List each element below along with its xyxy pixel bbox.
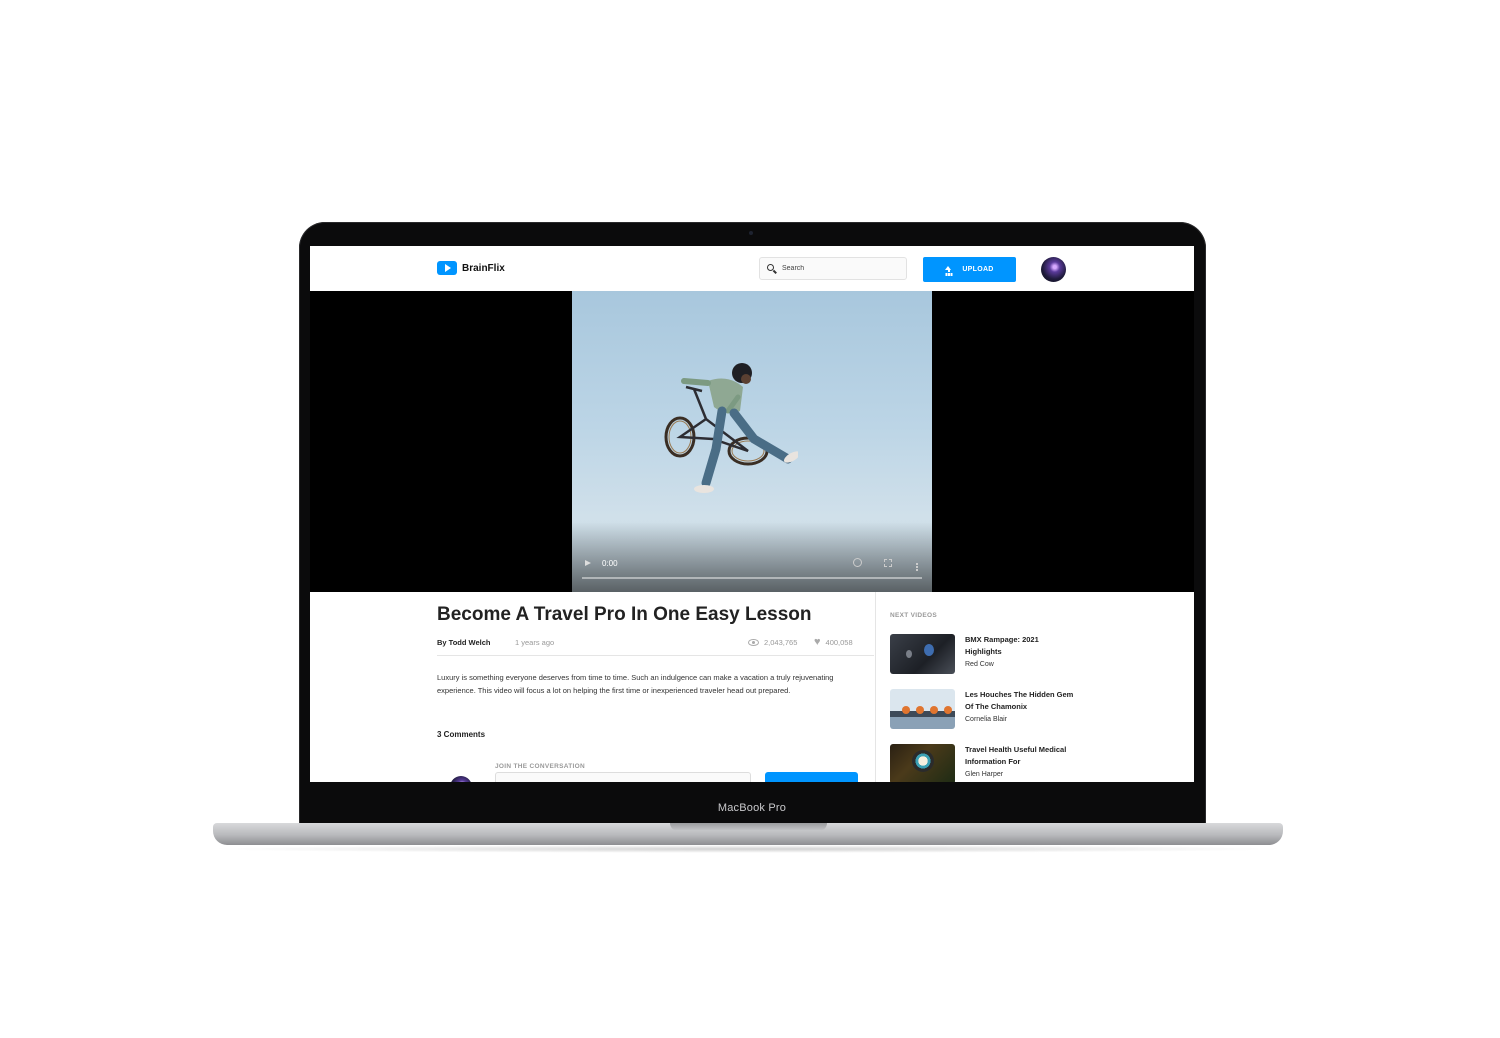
laptop-notch	[670, 823, 827, 831]
play-logo-icon	[437, 261, 457, 275]
video-player-band: 0:00	[310, 291, 1194, 592]
device-label: MacBook Pro	[717, 802, 787, 814]
progress-bar[interactable]	[582, 577, 922, 579]
search-input[interactable]	[782, 265, 892, 272]
eye-icon	[748, 638, 759, 646]
views-stat: 2,043,765	[748, 638, 797, 647]
video-thumbnail[interactable]	[890, 744, 955, 782]
video-meta: By Todd Welch 1 years ago 2,043,765 ♥ 40…	[437, 635, 874, 656]
next-video-item[interactable]: Les Houches The Hidden Gem Of The Chamon…	[890, 689, 1090, 734]
video-thumbnail[interactable]	[890, 689, 955, 729]
laptop-shadow	[205, 845, 1291, 853]
search-icon	[767, 264, 776, 273]
video-description: Luxury is something everyone deserves fr…	[437, 672, 834, 695]
next-video-item[interactable]: BMX Rampage: 2021 Highlights Red Cow	[890, 634, 1090, 679]
video-author: By Todd Welch	[437, 637, 491, 647]
comment-button[interactable]	[765, 772, 858, 782]
next-video-title: BMX Rampage: 2021 Highlights	[965, 635, 1039, 656]
likes-count: 400,058	[825, 637, 853, 647]
next-video-title: Les Houches The Hidden Gem Of The Chamon…	[965, 690, 1074, 711]
next-video-title: Travel Health Useful Medical Information…	[965, 745, 1067, 766]
bmx-rider-image	[664, 363, 798, 493]
next-video-channel: Cornelia Blair	[965, 716, 1008, 723]
video-title: Become A Travel Pro In One Easy Lesson	[437, 604, 812, 625]
upload-button[interactable]: UPLOAD	[923, 257, 1016, 282]
app-screen: BrainFlix UPLOAD	[310, 246, 1194, 782]
search-box[interactable]	[759, 257, 907, 280]
likes-stat[interactable]: ♥ 400,058	[814, 635, 853, 648]
avatar[interactable]	[1041, 257, 1066, 282]
controls-scrim	[572, 522, 932, 592]
more-menu-icon[interactable]	[916, 566, 918, 568]
next-video-item[interactable]: Travel Health Useful Medical Information…	[890, 744, 1090, 782]
column-divider	[875, 592, 876, 782]
upload-icon	[945, 265, 952, 274]
play-icon[interactable]	[585, 560, 591, 566]
comment-input[interactable]	[495, 772, 751, 782]
volume-icon[interactable]	[853, 558, 862, 567]
upload-label: UPLOAD	[962, 266, 994, 273]
next-video-channel: Red Cow	[965, 661, 994, 668]
site-header: BrainFlix UPLOAD	[310, 246, 1194, 291]
logo[interactable]: BrainFlix	[437, 261, 505, 275]
comment-avatar	[450, 776, 472, 782]
video-player[interactable]: 0:00	[572, 291, 932, 592]
camera-dot	[749, 231, 753, 235]
logo-text: BrainFlix	[462, 262, 505, 274]
fullscreen-icon[interactable]	[884, 559, 892, 567]
comments-count: 3 Comments	[437, 729, 486, 739]
next-videos-heading: NEXT VIDEOS	[890, 612, 938, 619]
video-thumbnail[interactable]	[890, 634, 955, 674]
video-details: Become A Travel Pro In One Easy Lesson B…	[437, 604, 874, 782]
next-videos: NEXT VIDEOS BMX Rampage: 2021 Highlights…	[890, 612, 1090, 782]
video-date: 1 years ago	[515, 637, 555, 647]
views-count: 2,043,765	[764, 637, 798, 647]
heart-icon: ♥	[814, 635, 821, 648]
video-time: 0:00	[602, 559, 618, 568]
next-video-channel: Glen Harper	[965, 771, 1004, 778]
join-conversation-label: JOIN THE CONVERSATION	[495, 763, 585, 770]
